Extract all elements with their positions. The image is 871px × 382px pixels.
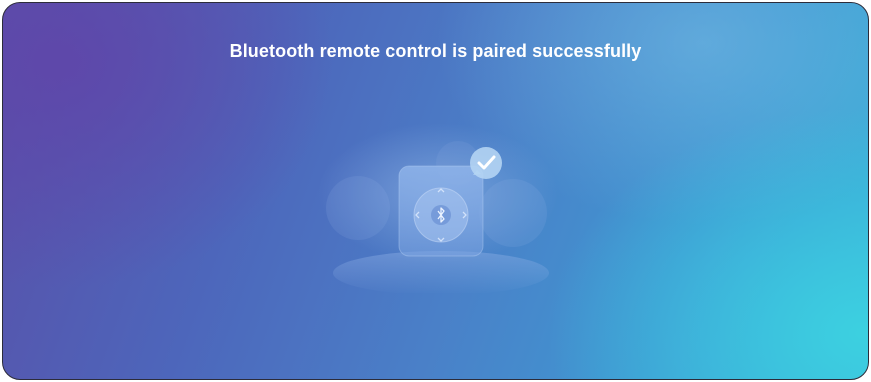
page-title: Bluetooth remote control is paired succe… [229, 41, 642, 61]
remote-paired-illustration [313, 123, 563, 295]
pairing-screen: Bluetooth remote control is paired succe… [2, 2, 869, 380]
check-icon [470, 147, 502, 179]
